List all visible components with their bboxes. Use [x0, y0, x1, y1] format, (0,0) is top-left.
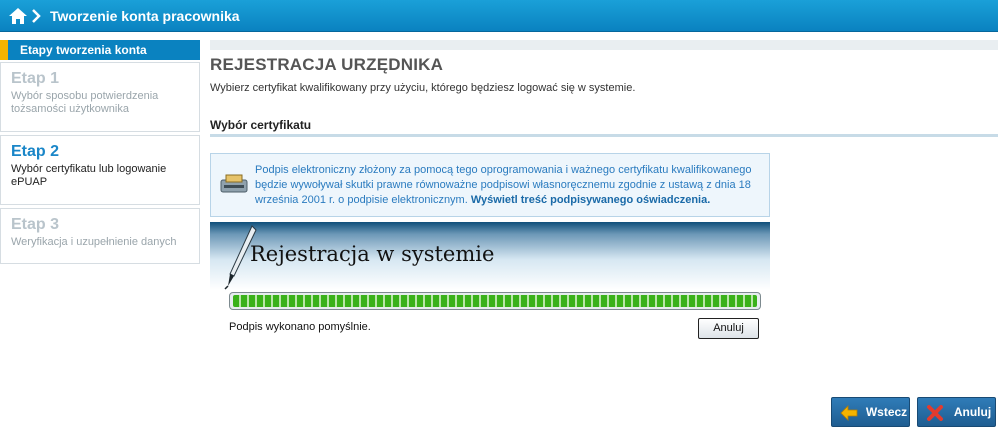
home-icon[interactable]: [8, 6, 28, 26]
back-label: Wstecz: [865, 405, 908, 419]
page-title-header: Tworzenie konta pracownika: [50, 8, 240, 24]
step-desc: Wybór certyfikatu lub logowanie ePUAP: [11, 163, 167, 188]
progress-fill: [233, 295, 757, 307]
arrow-left-icon: [840, 405, 858, 421]
cancel-signing-button[interactable]: Anuluj: [698, 318, 759, 339]
card-reader-icon: [220, 174, 248, 193]
section-divider: [210, 134, 998, 137]
cancel-button[interactable]: Anuluj: [917, 397, 996, 427]
sidebar-step-1: Etap 1 Wybór sposobu potwierdzenia tożsa…: [0, 62, 200, 132]
top-bar: Tworzenie konta pracownika: [0, 0, 998, 32]
progress-bar: [229, 292, 761, 310]
page-title: REJESTRACJA URZĘDNIKA: [210, 55, 444, 74]
sidebar-step-2: Etap 2 Wybór certyfikatu lub logowanie e…: [0, 135, 200, 205]
page-subtitle: Wybierz certyfikat kwalifikowany przy uż…: [210, 82, 636, 94]
cancel-label: Anuluj: [953, 405, 992, 419]
status-text: Podpis wykonano pomyślnie.: [229, 321, 371, 333]
step-title: Etap 2: [11, 143, 60, 160]
show-statement-link[interactable]: Wyświetl treść podpisywanego oświadczeni…: [471, 194, 710, 206]
registration-title: Rejestracja w systemie: [250, 242, 495, 266]
step-title: Etap 3: [11, 216, 60, 233]
close-x-icon: [927, 405, 943, 421]
back-button[interactable]: Wstecz: [831, 397, 910, 427]
step-title: Etap 1: [11, 70, 60, 87]
section-title: Wybór certyfikatu: [210, 118, 312, 132]
info-text: Podpis elektroniczny złożony za pomocą t…: [255, 163, 765, 208]
sidebar-heading: Etapy tworzenia konta: [0, 40, 200, 60]
step-desc: Wybór sposobu potwierdzenia tożsamości u…: [11, 90, 159, 115]
info-box: Podpis elektroniczny złożony za pomocą t…: [210, 153, 770, 217]
sidebar: Etapy tworzenia konta Etap 1 Wybór sposo…: [0, 40, 200, 264]
chevron-right-icon: [32, 9, 41, 23]
sidebar-step-3: Etap 3 Weryfikacja i uzupełnienie danych: [0, 208, 200, 264]
registration-banner: Rejestracja w systemie: [210, 222, 770, 290]
step-desc: Weryfikacja i uzupełnienie danych: [11, 236, 177, 248]
content-top-strip: [210, 40, 998, 50]
